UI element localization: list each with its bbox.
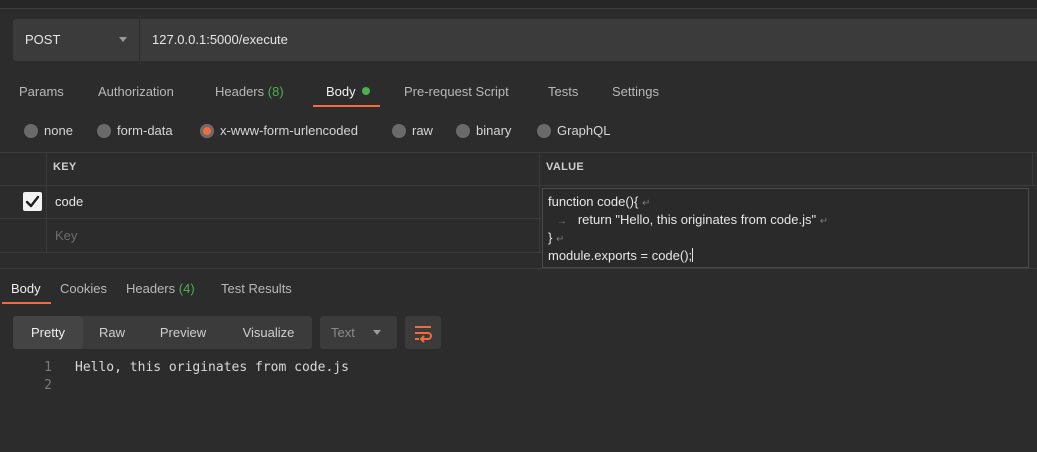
radio-x-www-form-urlencoded[interactable] xyxy=(200,124,214,138)
radio-label-none[interactable]: none xyxy=(44,123,73,138)
method-select[interactable]: POST xyxy=(13,19,140,61)
response-headers-count-badge: (4) xyxy=(178,281,195,296)
url-input[interactable]: 127.0.0.1:5000/execute xyxy=(152,32,288,47)
tab-settings[interactable]: Settings xyxy=(612,84,659,99)
format-select[interactable]: Text xyxy=(320,316,397,349)
radio-label-raw[interactable]: raw xyxy=(412,123,433,138)
row-divider xyxy=(0,252,542,253)
tab-tests[interactable]: Tests xyxy=(548,84,578,99)
newline-marker-icon: ↵ xyxy=(819,216,829,227)
radio-label-binary[interactable]: binary xyxy=(476,123,511,138)
radio-none[interactable] xyxy=(24,124,38,138)
view-pretty-button[interactable]: Pretty xyxy=(13,316,83,349)
url-bar: POST 127.0.0.1:5000/execute xyxy=(13,19,1037,61)
tab-body[interactable]: Body xyxy=(326,84,370,99)
view-mode-group: Pretty Raw Preview Visualize xyxy=(13,316,312,349)
response-divider xyxy=(0,268,1037,269)
code-line: → return "Hello, this originates from co… xyxy=(557,212,828,227)
line-number: 1 xyxy=(44,360,52,375)
tab-headers-label: Headers xyxy=(215,84,265,99)
radio-label-x-www-form-urlencoded[interactable]: x-www-form-urlencoded xyxy=(220,123,358,138)
response-tab-cookies[interactable]: Cookies xyxy=(60,281,107,296)
code-line: module.exports = code(); xyxy=(548,248,694,263)
tab-headers[interactable]: Headers (8) xyxy=(215,84,284,99)
active-tab-underline xyxy=(313,105,380,107)
code-line-text: module.exports = code(); xyxy=(548,248,693,263)
response-tab-body[interactable]: Body xyxy=(11,281,41,296)
radio-label-form-data[interactable]: form-data xyxy=(117,123,173,138)
radio-binary[interactable] xyxy=(456,124,470,138)
tab-params[interactable]: Params xyxy=(19,84,64,99)
code-line: } ↵ xyxy=(548,230,564,245)
view-visualize-button[interactable]: Visualize xyxy=(225,316,312,349)
wrap-lines-icon xyxy=(415,326,432,343)
method-label: POST xyxy=(25,32,61,47)
chevron-down-icon xyxy=(119,37,127,42)
newline-marker-icon: ↵ xyxy=(555,234,565,245)
radio-graphql[interactable] xyxy=(537,124,551,138)
code-line-text: } xyxy=(548,230,553,245)
view-preview-button[interactable]: Preview xyxy=(141,316,225,349)
text-cursor xyxy=(692,248,694,262)
code-line-text: function code(){ xyxy=(548,194,639,209)
top-strip xyxy=(0,0,1037,9)
row-divider xyxy=(0,218,542,219)
row-key-cell[interactable]: code xyxy=(55,194,83,209)
checkbox-checked-icon xyxy=(25,195,40,208)
wrap-lines-button[interactable] xyxy=(405,316,441,349)
response-tab-test-results[interactable]: Test Results xyxy=(221,281,292,296)
key-column-header: KEY xyxy=(53,161,77,173)
code-line: function code(){ ↵ xyxy=(548,194,650,209)
response-tab-headers-label: Headers xyxy=(126,281,176,296)
response-line: Hello, this originates from code.js xyxy=(75,360,349,375)
code-line-text: return "Hello, this originates from code… xyxy=(577,212,817,227)
params-table-header xyxy=(0,152,1037,186)
newline-marker-icon: ↵ xyxy=(641,198,651,209)
tab-authorization[interactable]: Authorization xyxy=(98,84,174,99)
tab-body-label: Body xyxy=(326,84,356,99)
radio-raw[interactable] xyxy=(392,124,406,138)
line-number: 2 xyxy=(44,378,52,393)
column-divider xyxy=(1032,152,1033,185)
value-editor[interactable]: function code(){ ↵ → return "Hello, this… xyxy=(542,188,1029,268)
response-tab-headers[interactable]: Headers (4) xyxy=(126,281,195,296)
tab-marker-icon: → xyxy=(557,216,567,227)
column-divider xyxy=(539,152,540,252)
row-enabled-checkbox[interactable] xyxy=(23,192,42,211)
column-divider xyxy=(46,152,47,252)
radio-label-graphql[interactable]: GraphQL xyxy=(557,123,610,138)
value-column-header: VALUE xyxy=(546,161,584,173)
body-indicator-dot xyxy=(361,87,370,95)
new-key-input[interactable]: Key xyxy=(55,228,77,243)
tab-pre-request-script[interactable]: Pre-request Script xyxy=(404,84,509,99)
radio-form-data[interactable] xyxy=(97,124,111,138)
view-raw-button[interactable]: Raw xyxy=(83,316,141,349)
format-label: Text xyxy=(331,325,355,340)
chevron-down-icon xyxy=(373,330,381,335)
headers-count-badge: (8) xyxy=(267,84,284,99)
active-response-tab-underline xyxy=(2,302,51,304)
